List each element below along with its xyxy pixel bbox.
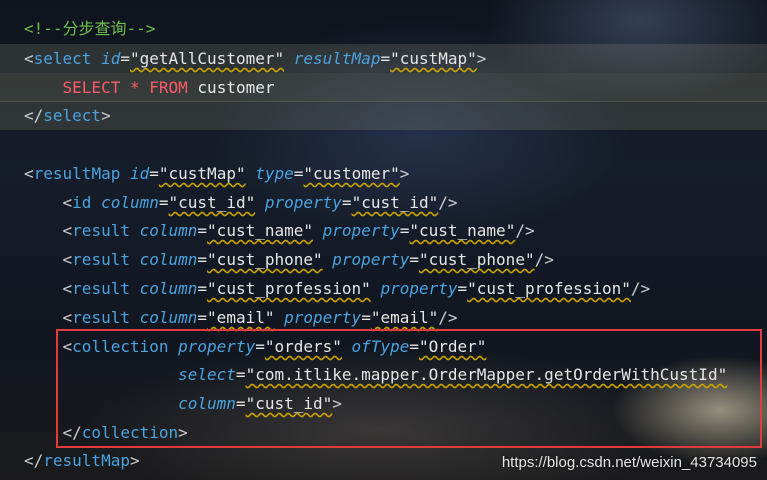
code-line-15[interactable]: </collection> — [0, 418, 767, 447]
code-line-9[interactable]: <result column="cust_phone" property="cu… — [0, 245, 767, 274]
code-line-8[interactable]: <result column="cust_name" property="cus… — [0, 216, 767, 245]
code-line-4[interactable]: </select> — [0, 101, 767, 130]
code-line-10[interactable]: <result column="cust_profession" propert… — [0, 274, 767, 303]
code-line-1[interactable]: <!--分步查询--> — [0, 14, 767, 43]
watermark: https://blog.csdn.net/weixin_43734095 — [501, 454, 757, 471]
code-line-13[interactable]: select="com.itlike.mapper.OrderMapper.ge… — [0, 360, 767, 389]
code-line-12[interactable]: <collection property="orders" ofType="Or… — [0, 332, 767, 361]
code-line-14[interactable]: column="cust_id"> — [0, 389, 767, 418]
code-line-7[interactable]: <id column="cust_id" property="cust_id"/… — [0, 188, 767, 217]
code-editor[interactable]: <!--分步查询--> <select id="getAllCustomer" … — [0, 0, 767, 480]
code-line-11[interactable]: <result column="email" property="email"/… — [0, 303, 767, 332]
code-line-2[interactable]: <select id="getAllCustomer" resultMap="c… — [0, 44, 767, 73]
code-line-3[interactable]: SELECT * FROM customer — [0, 73, 767, 102]
code-line-5[interactable] — [0, 130, 767, 159]
code-line-6[interactable]: <resultMap id="custMap" type="customer"> — [0, 159, 767, 188]
